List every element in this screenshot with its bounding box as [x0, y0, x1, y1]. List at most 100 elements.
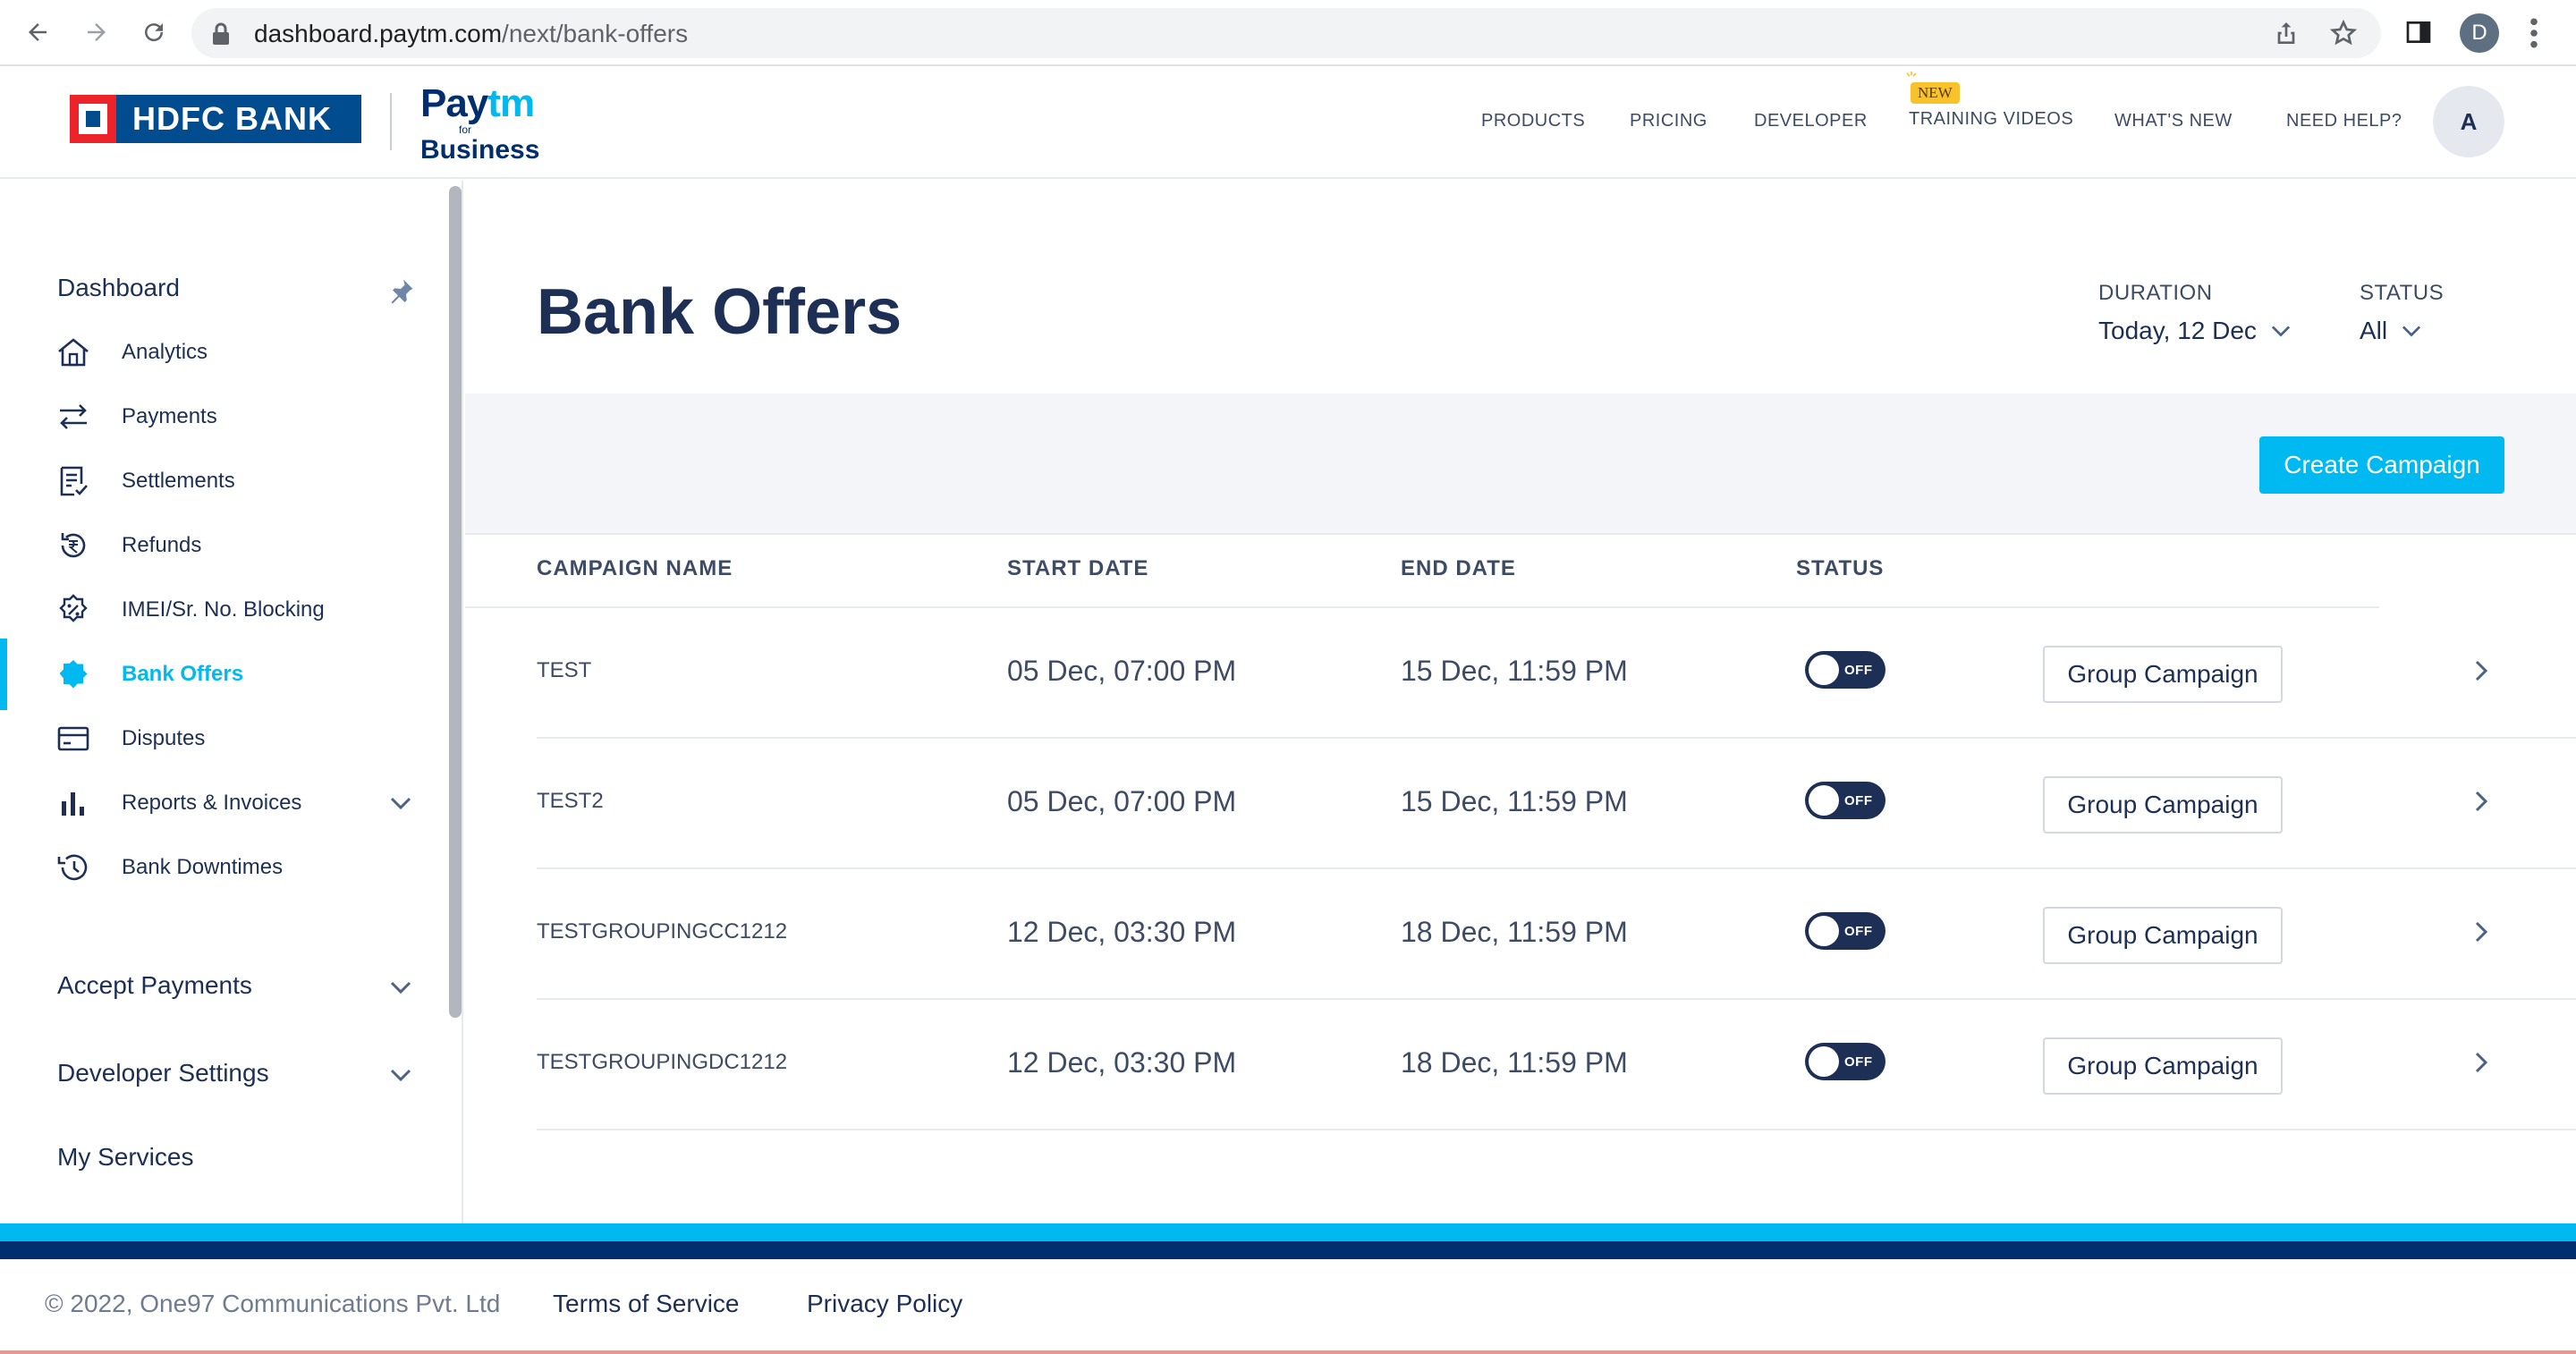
hdfc-bank-logo[interactable]: HDFC BANK: [70, 95, 361, 143]
sidebar-section-dashboard[interactable]: Dashboard: [57, 274, 180, 302]
sidebar-item-bank-downtimes[interactable]: Bank Downtimes: [0, 839, 447, 896]
nav-need-help[interactable]: NEED HELP?: [2286, 111, 2402, 131]
refund-rupee-icon: [55, 529, 91, 562]
status-toggle[interactable]: OFF: [1805, 782, 1885, 819]
status-toggle[interactable]: OFF: [1805, 1043, 1885, 1080]
address-bar[interactable]: dashboard.paytm.com/next/bank-offers: [191, 8, 2381, 58]
sidebar-item-analytics[interactable]: Analytics: [0, 324, 447, 381]
page-title: Bank Offers: [537, 276, 902, 348]
paytm-for-text: for: [458, 123, 471, 136]
copyright-text: © 2022, One97 Communications Pvt. Ltd: [45, 1290, 501, 1317]
table-row[interactable]: TEST 05 Dec, 07:00 PM 15 Dec, 11:59 PM O…: [465, 608, 2576, 739]
star-icon[interactable]: [2329, 19, 2358, 47]
arrow-right-icon: [88, 23, 106, 41]
column-header-campaign-name: CAMPAIGN NAME: [537, 556, 733, 580]
arrow-left-icon: [29, 23, 47, 41]
duration-label: DURATION: [2098, 281, 2213, 305]
group-campaign-button[interactable]: Group Campaign: [2043, 776, 2283, 834]
sidebar-item-label: Bank Offers: [122, 662, 244, 686]
toggle-state-text: OFF: [1844, 924, 1873, 939]
chevron-right-icon[interactable]: [2470, 1048, 2492, 1077]
sidebar-item-label: Disputes: [122, 726, 206, 750]
toggle-state-text: OFF: [1844, 663, 1873, 678]
sidebar-item-bank-offers[interactable]: Bank Offers: [0, 639, 447, 710]
user-avatar[interactable]: A: [2433, 86, 2504, 157]
table-row[interactable]: TEST2 05 Dec, 07:00 PM 15 Dec, 11:59 PM …: [465, 739, 2576, 869]
nav-products[interactable]: PRODUCTS: [1481, 111, 1585, 131]
campaign-name[interactable]: TESTGROUPINGCC1212: [537, 919, 787, 944]
paytm-wordmark: Paytm: [420, 81, 535, 125]
group-campaign-button[interactable]: Group Campaign: [2043, 1037, 2283, 1095]
table-row[interactable]: TESTGROUPINGCC1212 12 Dec, 03:30 PM 18 D…: [465, 869, 2576, 1000]
document-check-icon: [55, 465, 91, 497]
bar-chart-icon: [55, 787, 91, 819]
group-campaign-button[interactable]: Group Campaign: [2043, 907, 2283, 964]
percent-badge-icon: [55, 594, 91, 626]
share-icon[interactable]: [2272, 19, 2301, 47]
chevron-down-icon[interactable]: [388, 792, 413, 814]
chevron-right-icon[interactable]: [2470, 656, 2492, 685]
hdfc-logo-text: HDFC BANK: [132, 100, 332, 137]
create-campaign-button[interactable]: Create Campaign: [2259, 436, 2504, 494]
nav-developer[interactable]: DEVELOPER: [1754, 111, 1868, 131]
sidebar-section-developer-settings[interactable]: Developer Settings: [57, 1059, 269, 1087]
chevron-down-icon[interactable]: [388, 1064, 413, 1086]
footer: © 2022, One97 Communications Pvt. Ltd Te…: [0, 1259, 2576, 1354]
sidebar-item-disputes[interactable]: Disputes: [0, 710, 447, 767]
duration-dropdown[interactable]: Today, 12 Dec: [2098, 317, 2292, 345]
paytm-business-logo[interactable]: Paytm for Business: [420, 84, 546, 165]
nav-training-videos[interactable]: TRAINING VIDEOS: [1909, 109, 2073, 130]
status-dropdown[interactable]: All: [2360, 317, 2423, 345]
privacy-policy-link[interactable]: Privacy Policy: [807, 1290, 962, 1318]
hdfc-mark-icon: [70, 95, 116, 143]
paytm-business-text: Business: [420, 135, 540, 165]
campaign-name[interactable]: TEST: [537, 658, 591, 683]
sidebar-scrollbar[interactable]: [449, 186, 462, 1018]
app-header: HDFC BANK Paytm for Business PRODUCTS PR…: [0, 68, 2576, 179]
sidebar-item-label: Analytics: [122, 340, 208, 364]
side-panel-icon[interactable]: [2404, 18, 2433, 47]
sidebar-item-reports-invoices[interactable]: Reports & Invoices: [0, 774, 447, 832]
sidebar-item-payments[interactable]: Payments: [0, 388, 447, 445]
back-button[interactable]: [18, 13, 57, 52]
chevron-down-icon[interactable]: [388, 977, 413, 998]
sidebar-section-accept-payments[interactable]: Accept Payments: [57, 971, 252, 1000]
nav-pricing[interactable]: PRICING: [1630, 111, 1707, 131]
sidebar-item-label: Bank Downtimes: [122, 855, 284, 879]
toggle-knob: [1809, 785, 1839, 816]
nav-whats-new[interactable]: WHAT'S NEW: [2114, 111, 2233, 131]
campaign-name[interactable]: TEST2: [537, 789, 604, 814]
sidebar-item-settlements[interactable]: Settlements: [0, 453, 447, 510]
status-value: All: [2360, 317, 2388, 344]
sidebar-section-my-services[interactable]: My Services: [57, 1143, 193, 1172]
column-header-end-date: END DATE: [1401, 556, 1516, 580]
end-date: 18 Dec, 11:59 PM: [1401, 1046, 1628, 1079]
table-row[interactable]: TESTGROUPINGDC1212 12 Dec, 03:30 PM 18 D…: [465, 1000, 2576, 1130]
sidebar-item-refunds[interactable]: Refunds: [0, 517, 447, 574]
sidebar-item-label: Settlements: [122, 469, 235, 493]
sidebar-item-imei-blocking[interactable]: IMEI/Sr. No. Blocking: [0, 581, 447, 639]
browser-toolbar: dashboard.paytm.com/next/bank-offers D: [0, 0, 2576, 66]
status-toggle[interactable]: OFF: [1805, 912, 1885, 950]
terms-of-service-link[interactable]: Terms of Service: [553, 1290, 740, 1318]
toggle-knob: [1809, 655, 1839, 685]
status-toggle[interactable]: OFF: [1805, 651, 1885, 689]
column-header-status: STATUS: [1796, 556, 1885, 580]
group-campaign-button[interactable]: Group Campaign: [2043, 646, 2283, 703]
more-vert-icon[interactable]: [2528, 16, 2540, 50]
reload-button[interactable]: [134, 13, 174, 52]
footer-stripe-dark: [0, 1241, 2576, 1259]
sidebar: Dashboard Analytics Payments Settlements…: [0, 181, 463, 1223]
toggle-knob: [1809, 916, 1839, 946]
forward-button[interactable]: [77, 13, 116, 52]
campaign-name[interactable]: TESTGROUPINGDC1212: [537, 1050, 787, 1075]
toggle-state-text: OFF: [1844, 1054, 1873, 1070]
column-header-start-date: START DATE: [1007, 556, 1149, 580]
pin-icon[interactable]: [385, 275, 417, 308]
chevron-right-icon[interactable]: [2470, 918, 2492, 946]
chevron-right-icon[interactable]: [2470, 787, 2492, 816]
row-divider: [537, 1129, 2576, 1130]
transfer-arrows-icon: [55, 401, 91, 433]
duration-value: Today, 12 Dec: [2098, 317, 2257, 344]
browser-profile-avatar[interactable]: D: [2460, 13, 2499, 53]
